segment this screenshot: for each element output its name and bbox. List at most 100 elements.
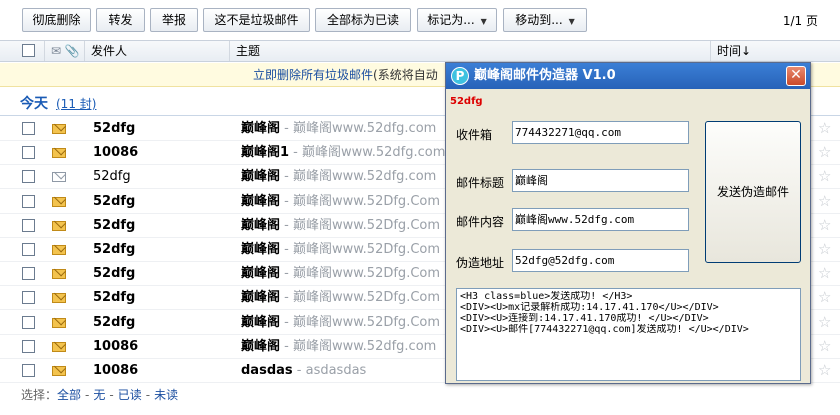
group-title: 今天 [20,96,48,112]
mail-subject[interactable]: 巅峰阁 - 巅峰阁www.52dfg.com [241,335,436,359]
select-read-link[interactable]: 已读 [118,388,142,402]
mail-preview: - 巅峰阁www.52Dfg.Com [280,266,441,281]
star-icon[interactable]: ☆ [818,265,831,281]
log-textarea[interactable]: <H3 class=blue>发送成功! </H3> <DIV><U>mx记录解… [456,288,801,381]
inbox-input[interactable]: 774432271@qq.com [512,121,689,144]
mail-title: 巅峰阁 [241,315,281,330]
envelope-icon: ✉ [51,44,62,58]
fake-address-input[interactable]: 52dfg@52dfg.com [512,249,689,272]
mail-title: dasdas [241,363,293,378]
mail-checkbox[interactable] [22,170,35,183]
star-icon[interactable]: ☆ [818,338,831,354]
star-icon[interactable]: ☆ [818,193,831,209]
star-icon[interactable]: ☆ [818,314,831,330]
mail-subject[interactable]: 巅峰阁1 - 巅峰阁www.52dfg.com [241,141,445,165]
report-button[interactable]: 举报 [150,8,198,32]
mail-preview: - 巅峰阁www.52dfg.com [280,169,437,184]
envelope-icon [52,245,66,255]
mail-preview: - 巅峰阁www.52Dfg.Com [280,218,441,233]
mail-checkbox[interactable] [22,364,35,377]
mail-sender: 52dfg [93,194,136,209]
select-none-link[interactable]: 无 [93,388,105,402]
mail-subject[interactable]: 巅峰阁 - 巅峰阁www.52Dfg.Com [241,214,440,238]
chevron-down-icon: ▼ [568,17,575,26]
mail-title: 巅峰阁 [241,218,281,233]
not-spam-button[interactable]: 这不是垃圾邮件 [203,8,310,32]
select-unread-link[interactable]: 未读 [154,388,178,402]
mark-as-dropdown[interactable]: 标记为... ▼ [417,8,497,32]
mail-subject[interactable]: 巅峰阁 - 巅峰阁www.52Dfg.Com [241,238,440,262]
mail-subject[interactable]: 巅峰阁 - 巅峰阁www.52Dfg.Com [241,262,440,286]
mail-checkbox[interactable] [22,291,35,304]
mail-title: 巅峰阁 [241,290,281,305]
mail-subject[interactable]: 巅峰阁 - 巅峰阁www.52Dfg.Com [241,190,440,214]
star-icon[interactable]: ☆ [818,168,831,184]
mail-checkbox[interactable] [22,146,35,159]
mail-title: 巅峰阁 [241,194,281,209]
mail-sender: 52dfg [93,266,136,281]
fake-address-label: 伪造地址 [456,256,505,270]
subject-label: 邮件标题 [456,176,505,190]
header-sender[interactable]: 发件人 [84,41,229,61]
select-all-checkbox[interactable] [22,44,35,57]
mark-all-read-button[interactable]: 全部标为已读 [315,8,411,32]
content-input[interactable]: 巅峰阁www.52dfg.com [512,208,689,231]
chevron-down-icon: ▼ [480,17,487,26]
select-label: 选择： [21,388,58,402]
inbox-label: 收件箱 [456,128,493,142]
star-icon[interactable]: ☆ [818,120,831,136]
star-icon[interactable]: ☆ [818,241,831,257]
mail-subject[interactable]: 巅峰阁 - 巅峰阁www.52Dfg.Com [241,311,440,335]
mail-preview: - 巅峰阁www.52Dfg.Com [280,315,441,330]
forward-button[interactable]: 转发 [96,8,145,32]
pager: 1/1 页 [782,14,818,28]
envelope-icon [52,124,66,134]
move-to-label: 移动到... [515,13,563,27]
send-forged-mail-button[interactable]: 发送伪造邮件 [705,121,801,263]
close-icon[interactable]: ✕ [786,66,806,86]
mail-preview: - 巅峰阁www.52dfg.com [280,339,437,354]
mail-checkbox[interactable] [22,316,35,329]
mail-checkbox[interactable] [22,340,35,353]
mail-checkbox[interactable] [22,122,35,135]
envelope-icon [52,221,66,231]
group-count-link[interactable]: (11 封) [56,97,96,111]
dialog-title: 巅峰阁邮件伪造器 V1.0 [474,68,616,83]
mail-sender: 10086 [93,339,139,354]
mail-preview: - asdasdas [292,363,367,378]
envelope-icon [52,148,66,158]
star-icon[interactable]: ☆ [818,144,831,160]
select-all-link[interactable]: 全部 [57,388,81,402]
mail-sender: 10086 [93,145,139,160]
separator: - [109,388,114,402]
mail-sender: 52dfg [93,315,136,330]
mail-subject[interactable]: 巅峰阁 - 巅峰阁www.52dfg.com [241,117,436,141]
mail-checkbox[interactable] [22,219,35,232]
mail-preview: - 巅峰阁www.52dfg.com [280,121,437,136]
subject-input[interactable]: 巅峰阁 [512,169,689,192]
header-time[interactable]: 时间↓ [710,41,840,61]
mail-title: 巅峰阁 [241,266,281,281]
move-to-dropdown[interactable]: 移动到... ▼ [503,8,587,32]
envelope-icon [52,366,66,376]
mail-preview: - 巅峰阁www.52Dfg.Com [280,194,441,209]
mail-checkbox[interactable] [22,195,35,208]
mail-checkbox[interactable] [22,243,35,256]
content-label: 邮件内容 [456,215,505,229]
delete-permanently-button[interactable]: 彻底删除 [22,8,91,32]
log-line: <DIV><U>mx记录解析成功:14.17.41.170</U></DIV> [460,302,719,313]
mail-preview: - 巅峰阁www.52Dfg.Com [280,290,441,305]
star-icon[interactable]: ☆ [818,289,831,305]
header-subject[interactable]: 主题 [229,41,710,61]
mail-subject[interactable]: 巅峰阁 - 巅峰阁www.52Dfg.Com [241,286,440,310]
star-icon[interactable]: ☆ [818,362,831,378]
mail-subject[interactable]: dasdas - asdasdas [241,359,366,383]
dialog-titlebar[interactable]: P 巅峰阁邮件伪造器 V1.0 ✕ [446,63,810,89]
app-logo-icon: P [451,67,469,85]
log-line: <H3 class=blue>发送成功! </H3> [460,291,633,302]
delete-all-spam-link[interactable]: 立即删除所有垃圾邮件 [253,68,373,82]
mail-checkbox[interactable] [22,267,35,280]
log-line: <DIV><U>连接到:14.17.41.170成功! </U></DIV> [460,313,709,324]
mail-subject[interactable]: 巅峰阁 - 巅峰阁www.52dfg.com [241,165,436,189]
star-icon[interactable]: ☆ [818,217,831,233]
